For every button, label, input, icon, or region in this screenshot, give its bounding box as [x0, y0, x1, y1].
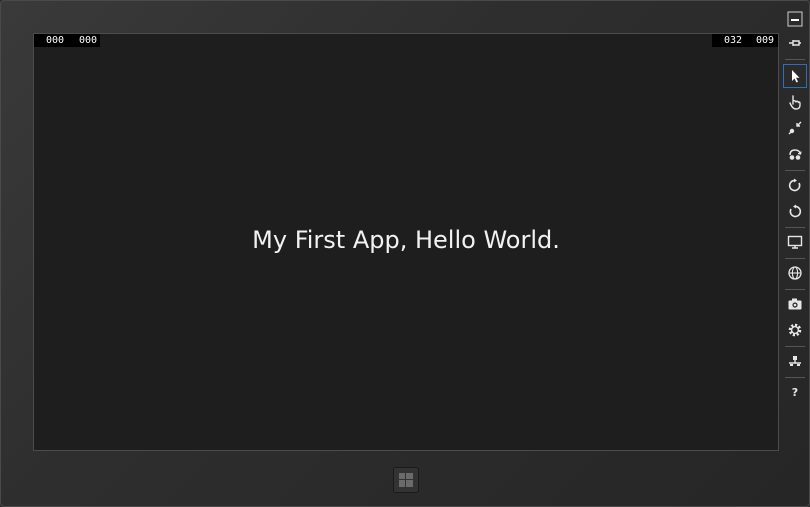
change-resolution-button[interactable]	[783, 230, 807, 254]
app-screen[interactable]: 000 000 032 009 My First App, Hello Worl…	[33, 33, 779, 451]
frame-rate-counter-left: 000 000	[34, 34, 100, 47]
network-icon	[789, 356, 801, 366]
help-button[interactable]: ?	[783, 380, 807, 404]
hello-message: My First App, Hello World.	[252, 226, 560, 254]
toolbar-separator	[785, 289, 805, 290]
rotate-counterclockwise-icon	[789, 204, 802, 218]
windows-home-button[interactable]	[393, 467, 419, 493]
frame-rate-counter-right: 032 009	[712, 34, 778, 47]
pin-icon	[789, 40, 801, 46]
touch-mode-icon	[789, 95, 801, 110]
simulator-toolbar: ?	[782, 7, 808, 407]
windows-logo-icon	[399, 473, 413, 487]
pin-button[interactable]	[783, 31, 807, 55]
toolbar-separator	[785, 377, 805, 378]
rotate-clockwise-button[interactable]	[783, 173, 807, 197]
pinch-zoom-icon	[788, 121, 802, 135]
pinch-zoom-button[interactable]	[783, 116, 807, 140]
rotate-clockwise-icon	[788, 178, 801, 192]
toolbar-separator	[785, 258, 805, 259]
rotate-counterclockwise-button[interactable]	[783, 199, 807, 223]
screenshot-button[interactable]	[783, 292, 807, 316]
settings-icon	[788, 323, 802, 337]
toolbar-separator	[785, 227, 805, 228]
screenshot-settings-button[interactable]	[783, 318, 807, 342]
toolbar-separator	[785, 59, 805, 60]
toolbar-separator	[785, 170, 805, 171]
resolution-icon	[787, 235, 803, 249]
counter-value: 000	[46, 35, 65, 46]
minimize-icon	[787, 11, 803, 27]
touch-mode-button[interactable]	[783, 90, 807, 114]
set-location-button[interactable]	[783, 261, 807, 285]
counter-value: 000	[79, 35, 98, 46]
mouse-mode-button[interactable]	[783, 64, 807, 88]
help-icon: ?	[791, 385, 799, 399]
screenshot-icon	[788, 298, 802, 310]
counter-value: 009	[756, 35, 775, 46]
rotation-touch-icon	[789, 149, 802, 160]
network-properties-button[interactable]	[783, 349, 807, 373]
counter-value: 032	[724, 35, 743, 46]
rotation-touch-button[interactable]	[783, 142, 807, 166]
minimize-button[interactable]	[783, 7, 807, 31]
location-icon	[788, 266, 802, 280]
simulator-frame: 000 000 032 009 My First App, Hello Worl…	[0, 0, 810, 507]
toolbar-separator	[785, 346, 805, 347]
mouse-mode-icon	[792, 70, 800, 83]
